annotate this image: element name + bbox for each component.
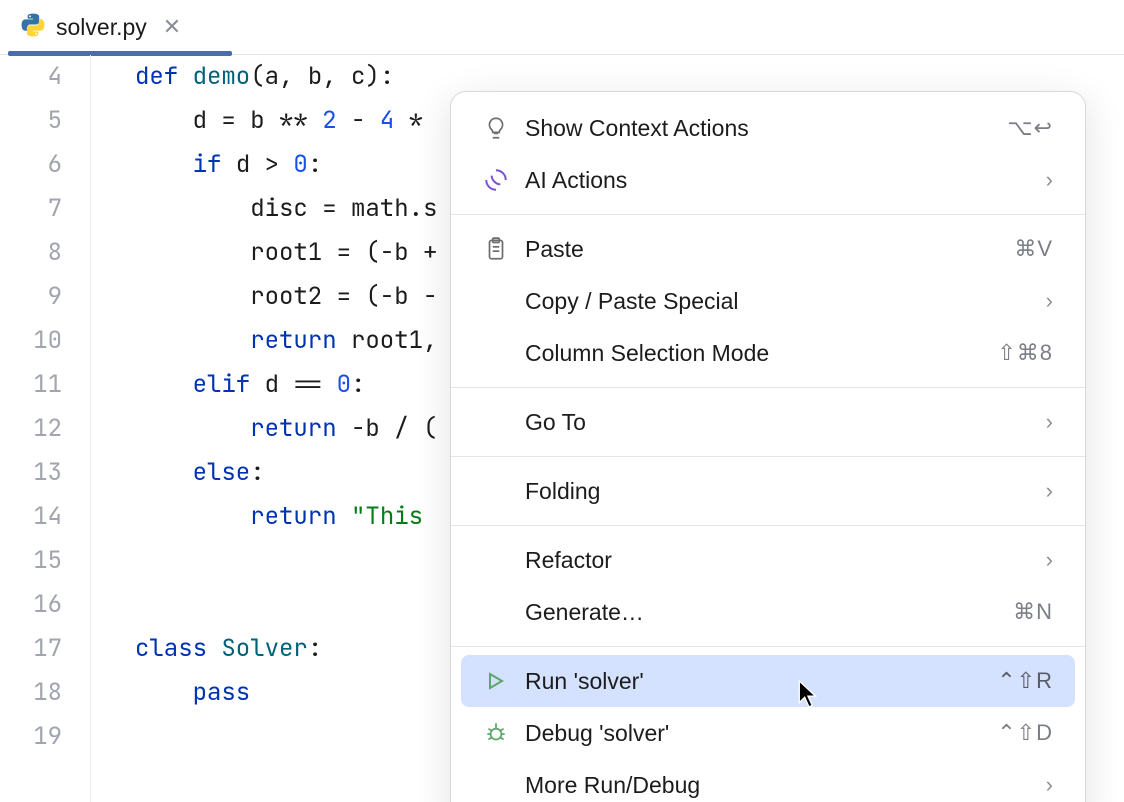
menu-separator [451,525,1085,526]
chevron-right-icon: › [1046,547,1053,573]
chevron-right-icon: › [1046,772,1053,798]
line-number: 14 [0,495,62,539]
bug-icon [483,720,525,746]
menu-item[interactable]: Generate…⌘N [461,586,1075,638]
line-number: 10 [0,319,62,363]
file-tab[interactable]: solver.py ✕ [8,0,193,54]
line-number: 18 [0,671,62,715]
menu-shortcut: ⌃⇧D [997,720,1053,746]
line-number: 8 [0,231,62,275]
menu-item-label: AI Actions [525,167,1046,194]
menu-item[interactable]: More Run/Debug› [461,759,1075,802]
context-menu: Show Context Actions⌥↩AI Actions›Paste⌘V… [450,91,1086,802]
menu-shortcut: ⌘N [1013,599,1053,625]
menu-shortcut: ⌃⇧R [997,668,1053,694]
menu-item[interactable]: Paste⌘V [461,223,1075,275]
menu-separator [451,456,1085,457]
line-number: 7 [0,187,62,231]
tab-filename: solver.py [56,14,147,41]
menu-item-label: Debug 'solver' [525,720,997,747]
menu-separator [451,646,1085,647]
line-number: 15 [0,539,62,583]
menu-shortcut: ⌥↩ [1007,115,1053,141]
menu-item[interactable]: Go To› [461,396,1075,448]
menu-separator [451,214,1085,215]
menu-item-label: Column Selection Mode [525,340,997,367]
line-number: 16 [0,583,62,627]
menu-item[interactable]: Debug 'solver'⌃⇧D [461,707,1075,759]
menu-separator [451,387,1085,388]
clipboard-icon [483,236,525,262]
line-number: 19 [0,715,62,759]
chevron-right-icon: › [1046,288,1053,314]
menu-item[interactable]: Column Selection Mode⇧⌘8 [461,327,1075,379]
menu-item-label: Generate… [525,599,1013,626]
ai-icon [483,167,525,193]
menu-shortcut: ⌘V [1014,236,1053,262]
menu-item[interactable]: Copy / Paste Special› [461,275,1075,327]
play-icon [483,669,525,693]
chevron-right-icon: › [1046,167,1053,193]
menu-item-label: Refactor [525,547,1046,574]
line-number: 11 [0,363,62,407]
line-number: 13 [0,451,62,495]
line-number: 4 [0,55,62,99]
menu-item-label: Copy / Paste Special [525,288,1046,315]
menu-item-label: Folding [525,478,1046,505]
menu-item-label: Paste [525,236,1014,263]
lightbulb-icon [483,115,525,141]
line-number: 5 [0,99,62,143]
menu-item[interactable]: Refactor› [461,534,1075,586]
chevron-right-icon: › [1046,478,1053,504]
menu-item[interactable]: AI Actions› [461,154,1075,206]
line-number: 9 [0,275,62,319]
line-number-gutter: 45678910111213141516171819 [0,55,90,802]
menu-item-label: Show Context Actions [525,115,1007,142]
tab-bar: solver.py ✕ [0,0,1124,55]
line-number: 12 [0,407,62,451]
close-icon[interactable]: ✕ [163,14,181,40]
line-number: 17 [0,627,62,671]
python-file-icon [20,12,46,43]
menu-item[interactable]: Show Context Actions⌥↩ [461,102,1075,154]
menu-item-label: More Run/Debug [525,772,1046,799]
menu-item-label: Run 'solver' [525,668,997,695]
line-number: 6 [0,143,62,187]
chevron-right-icon: › [1046,409,1053,435]
menu-item[interactable]: Folding› [461,465,1075,517]
menu-shortcut: ⇧⌘8 [997,340,1053,366]
menu-item[interactable]: Run 'solver'⌃⇧R [461,655,1075,707]
menu-item-label: Go To [525,409,1046,436]
